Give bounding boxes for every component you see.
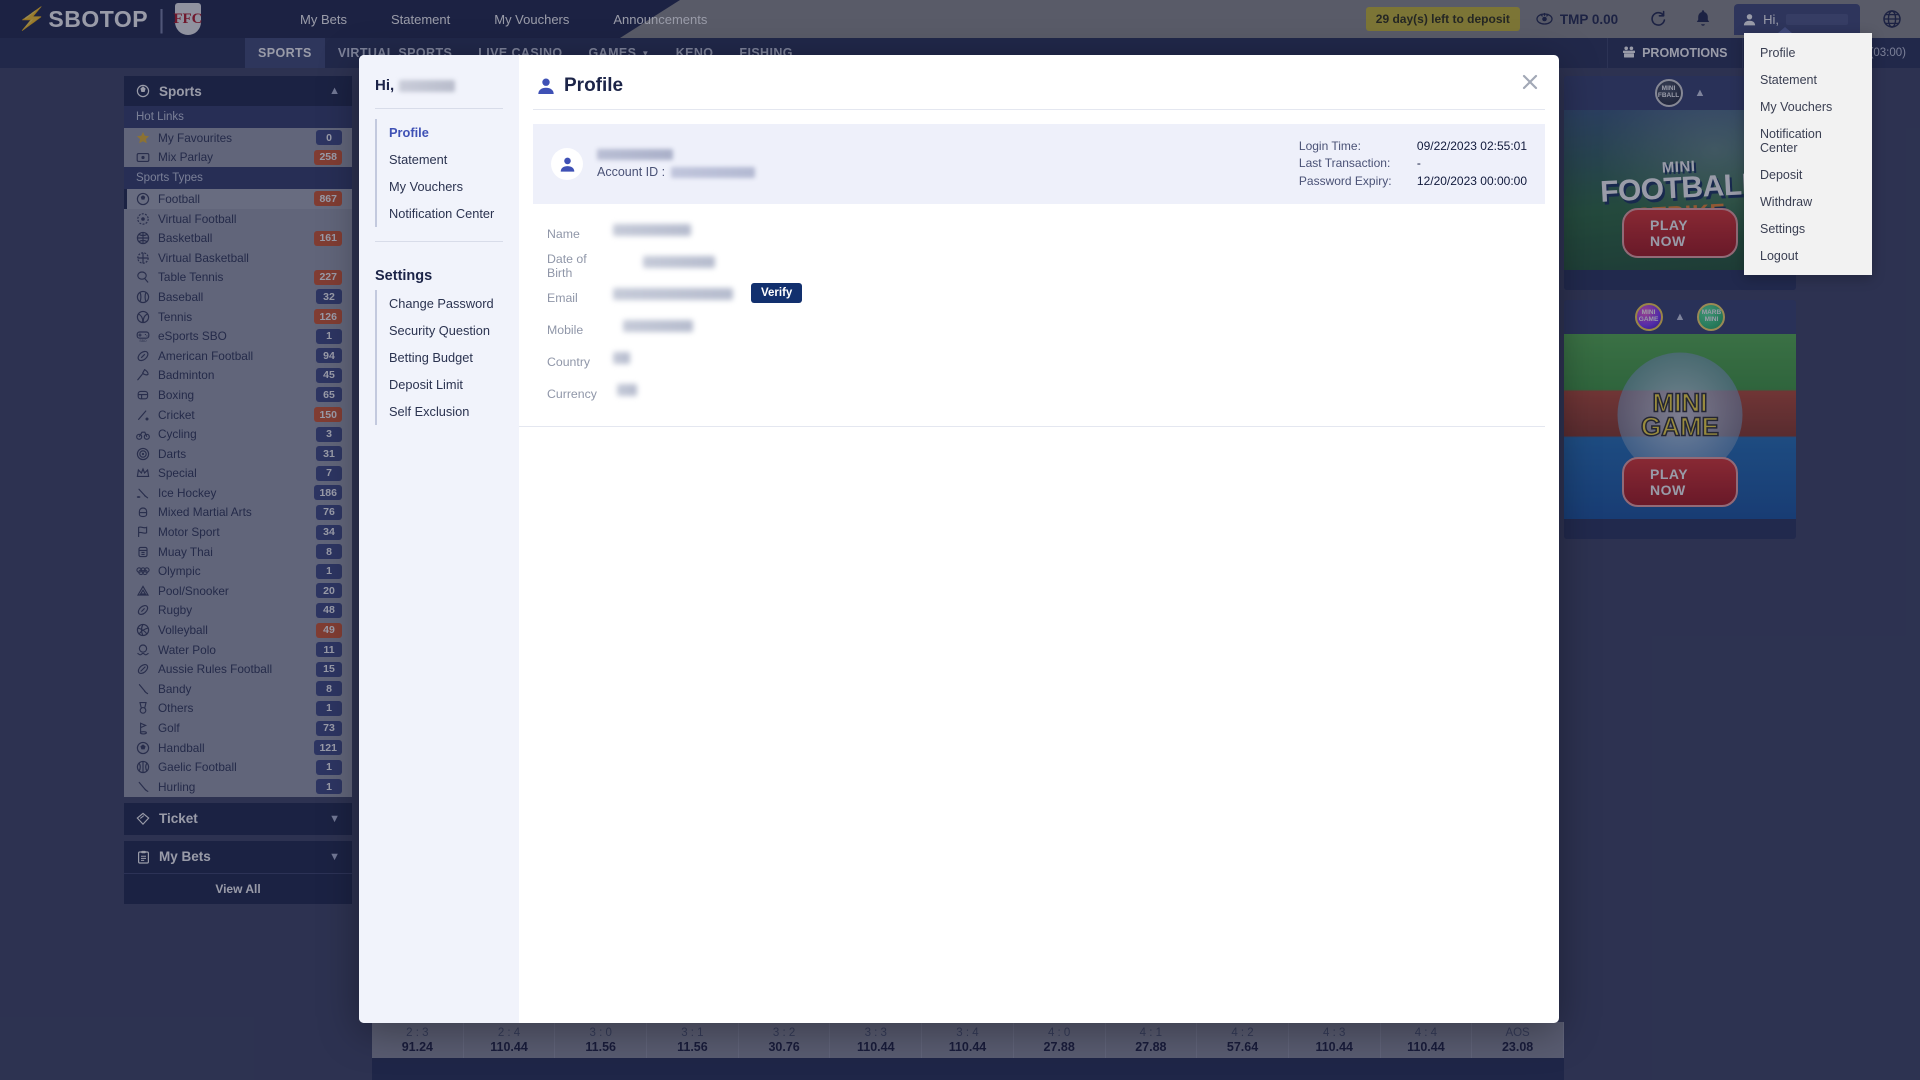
- field-currency: Currency: [547, 378, 1545, 410]
- modal-nav-my-vouchers[interactable]: My Vouchers: [377, 173, 519, 200]
- field-label: Currency: [547, 387, 597, 402]
- app-root: ⚡ SBOTOP | FFC My Bets Statement My Vouche…: [0, 0, 1920, 1080]
- field-label: Email: [547, 291, 578, 306]
- account-meta-key: Login Time:: [1298, 139, 1361, 153]
- page-title-text: Profile: [564, 75, 624, 96]
- field-country: Country: [547, 346, 1545, 378]
- close-icon[interactable]: [1517, 69, 1543, 95]
- field-value-redacted: [613, 288, 733, 301]
- modal-nav-security-question[interactable]: Security Question: [377, 317, 519, 344]
- account-meta-row: Last Transaction: -: [1299, 155, 1527, 172]
- user-menu-item-profile[interactable]: Profile: [1744, 39, 1872, 66]
- verify-button[interactable]: Verify: [751, 283, 803, 304]
- modal-main: Profile Account ID : Login Time: 09/22/2…: [519, 55, 1559, 1023]
- divider: [375, 241, 503, 242]
- user-menu-item-notification-center[interactable]: Notification Center: [1744, 120, 1872, 161]
- modal-nav-change-password[interactable]: Change Password: [377, 290, 519, 317]
- account-meta-value: 09/22/2023 02:55:01: [1416, 139, 1527, 153]
- account-meta-key: Password Expiry:: [1298, 173, 1392, 188]
- field-label: Name: [547, 227, 580, 242]
- field-label: Country: [547, 355, 591, 370]
- user-icon: [537, 77, 555, 95]
- field-email: Email Verify: [547, 282, 1545, 314]
- user-menu-item-settings[interactable]: Settings: [1744, 215, 1872, 242]
- account-meta-value: -: [1416, 156, 1421, 171]
- account-id-redacted: [671, 166, 756, 178]
- modal-nav-notification-center[interactable]: Notification Center: [377, 200, 519, 227]
- modal-nav-betting-budget[interactable]: Betting Budget: [377, 344, 519, 371]
- modal-nav: Profile Statement My Vouchers Notification …: [375, 119, 519, 227]
- settings-section-title: Settings: [375, 268, 433, 284]
- modal-nav-self-exclusion[interactable]: Self Exclusion: [377, 398, 519, 425]
- page-title: Profile: [533, 71, 1545, 109]
- modal-sidebar: Hi, Profile Statement My Vouchers Notificat…: [359, 55, 519, 1023]
- field-value-redacted: [613, 224, 691, 237]
- account-identity: Account ID :: [551, 148, 756, 181]
- account-meta-key: Last Transaction:: [1298, 156, 1391, 171]
- divider: [533, 109, 1545, 110]
- user-menu-item-statement[interactable]: Statement: [1744, 66, 1872, 93]
- account-meta: Login Time: 09/22/2023 02:55:01 Last Trans…: [1299, 138, 1527, 190]
- account-text-lines: Account ID :: [597, 149, 756, 180]
- field-name: Name: [547, 218, 1545, 250]
- account-meta-row: Login Time: 09/22/2023 02:55:01: [1299, 138, 1527, 155]
- field-value-redacted: [613, 352, 630, 365]
- user-dropdown-menu: Profile Statement My Vouchers Notification …: [1744, 27, 1872, 275]
- user-menu-item-my-vouchers[interactable]: My Vouchers: [1744, 93, 1872, 120]
- field-mobile: Mobile: [547, 314, 1545, 346]
- field-label: Mobile: [547, 323, 584, 338]
- account-name-redacted: [597, 149, 673, 161]
- field-value-redacted: [617, 384, 637, 397]
- account-summary-card: Account ID : Login Time: 09/22/2023 02:55…: [533, 124, 1545, 205]
- account-id-row: Account ID :: [597, 165, 756, 180]
- user-menu-item-deposit[interactable]: Deposit: [1744, 161, 1872, 188]
- modal-greeting-text: Hi,: [375, 77, 395, 94]
- field-date-of-birth: Date of Birth: [547, 250, 1545, 282]
- field-label: Date of Birth: [547, 252, 587, 281]
- profile-fields: Name Date of Birth Email Verify Mobile Countr…: [533, 204, 1545, 410]
- divider: [375, 108, 503, 109]
- field-value-redacted: [643, 256, 715, 269]
- user-menu-item-logout[interactable]: Logout: [1744, 242, 1872, 269]
- account-meta-row: Password Expiry: 12/20/2023 00:00:00: [1299, 173, 1527, 190]
- profile-modal: Hi, Profile Statement My Vouchers Notificat…: [359, 55, 1559, 1023]
- user-menu-item-withdraw[interactable]: Withdraw: [1744, 188, 1872, 215]
- account-id-label: Account ID :: [597, 165, 666, 180]
- account-meta-value: 12/20/2023 00:00:00: [1416, 173, 1527, 188]
- username-redacted: [399, 79, 456, 92]
- avatar: [551, 148, 583, 181]
- modal-nav-statement[interactable]: Statement: [377, 146, 519, 173]
- divider: [519, 426, 1545, 428]
- modal-nav-profile[interactable]: Profile: [377, 119, 519, 146]
- modal-greeting: Hi,: [359, 77, 519, 94]
- modal-nav-deposit-limit[interactable]: Deposit Limit: [377, 371, 519, 398]
- field-value-redacted: [623, 320, 693, 333]
- modal-settings-nav: Change Password Security Question Betting …: [375, 290, 519, 425]
